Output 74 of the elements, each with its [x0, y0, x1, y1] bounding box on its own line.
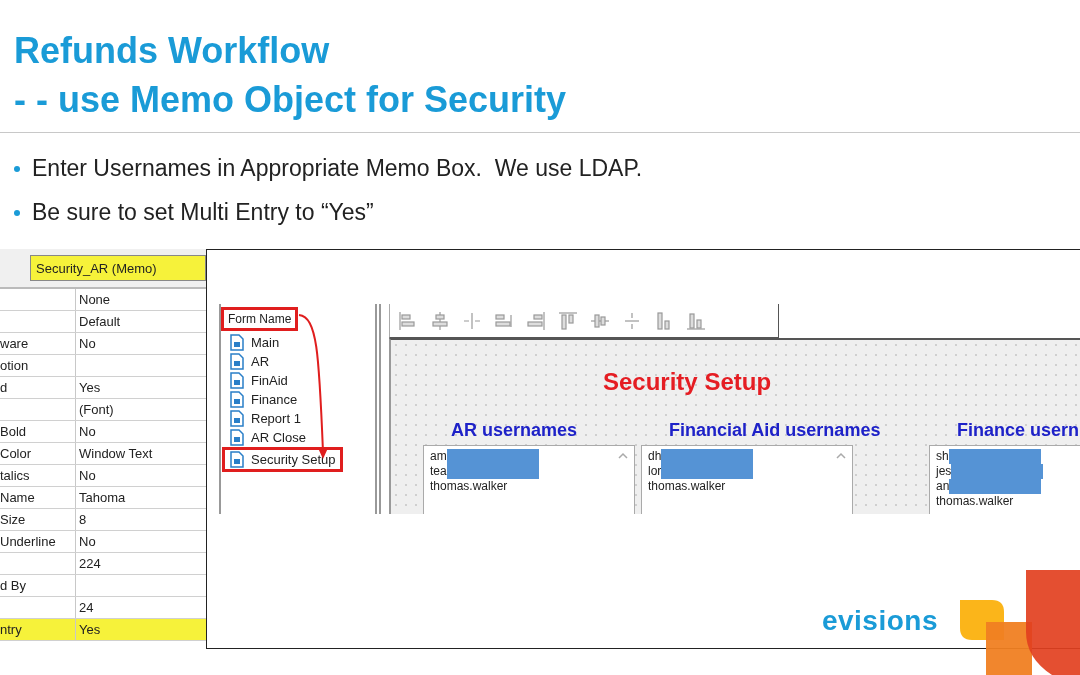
- username-text: thomas.walker: [936, 494, 1014, 509]
- tree-item[interactable]: AR Close: [225, 428, 310, 447]
- username-text: dh: [648, 449, 662, 464]
- username-text: lor: [648, 464, 662, 479]
- document-icon: [229, 391, 245, 408]
- document-icon: [229, 451, 245, 468]
- document-icon: [229, 429, 245, 446]
- property-name-text: Underline: [0, 534, 56, 549]
- property-name-text: Color: [0, 446, 32, 461]
- memo-heading: AR usernames: [451, 420, 579, 441]
- property-name-text: otion: [0, 358, 29, 373]
- form-title: Security Setup: [603, 368, 772, 396]
- property-value: No: [79, 468, 96, 483]
- document-icon: [229, 372, 245, 389]
- memo-box[interactable]: dh lor thomas.walker: [641, 445, 853, 514]
- property-name-text: Name: [0, 490, 35, 505]
- bullet-text: Enter Usernames in Appropriate Memo Box. We use LDAP.: [32, 155, 643, 182]
- username-text: thomas.walker: [430, 479, 508, 494]
- property-value: None: [79, 292, 111, 307]
- property-value: (Font): [79, 402, 114, 417]
- align-icon[interactable]: [526, 310, 546, 331]
- property-name-text: d By: [0, 578, 26, 593]
- property-value: Tahoma: [79, 490, 126, 505]
- align-icon[interactable]: [686, 310, 706, 331]
- document-icon: [229, 334, 245, 351]
- slide-title: Refunds Workflow: [14, 29, 331, 73]
- property-name-text: Bold: [0, 424, 27, 439]
- slide-title: - - use Memo Object for Security: [14, 78, 568, 122]
- document-icon: [229, 410, 245, 427]
- property-name-text: ntry: [0, 622, 22, 637]
- align-icon[interactable]: [622, 310, 642, 331]
- logo-text: evisions: [821, 605, 938, 637]
- property-value: No: [79, 534, 96, 549]
- property-value: Window Text: [79, 446, 153, 461]
- tree-item[interactable]: Finance: [225, 390, 302, 409]
- username-text: thomas.walker: [648, 479, 726, 494]
- property-name-text: ware: [0, 336, 29, 351]
- object-selector[interactable]: Security_AR (Memo): [30, 255, 206, 281]
- property-value: Yes: [79, 622, 101, 637]
- property-value: 8: [79, 512, 87, 527]
- tree-header: Form Name: [221, 307, 299, 331]
- username-text: an: [936, 479, 950, 494]
- memo-box[interactable]: sh jes an thomas.walker: [929, 445, 1080, 514]
- memo-box[interactable]: am tea thomas.walker: [423, 445, 635, 514]
- property-name-text: d: [0, 380, 8, 395]
- username-text: am: [430, 449, 447, 464]
- property-name-text: talics: [0, 468, 30, 483]
- property-value: No: [79, 424, 96, 439]
- scroll-up-icon[interactable]: [618, 452, 628, 459]
- property-value: No: [79, 336, 96, 351]
- scroll-up-icon[interactable]: [836, 452, 846, 459]
- memo-heading: Financial Aid usernames: [669, 420, 881, 441]
- property-value: 224: [79, 556, 101, 571]
- property-value: Default: [79, 314, 121, 329]
- bullet-dot: [14, 209, 20, 216]
- tree-item[interactable]: Security Setup: [222, 447, 343, 472]
- align-icon[interactable]: [558, 310, 578, 331]
- align-icon[interactable]: [462, 310, 482, 331]
- tree-item[interactable]: FinAid: [225, 371, 292, 390]
- property-name-text: Size: [0, 512, 26, 527]
- username-text: sh: [936, 449, 949, 464]
- property-value: Yes: [79, 380, 101, 395]
- username-text: jes: [936, 464, 952, 479]
- bullet-dot: [14, 165, 20, 172]
- tree-item[interactable]: AR: [225, 352, 274, 371]
- username-text: tea: [430, 464, 447, 479]
- align-icon[interactable]: [430, 310, 450, 331]
- memo-heading: Finance usern: [957, 420, 1080, 441]
- property-value: 24: [79, 600, 94, 615]
- tree-item[interactable]: Report 1: [225, 409, 305, 428]
- document-icon: [229, 353, 245, 370]
- align-icon[interactable]: [398, 310, 418, 331]
- bullet-text: Be sure to set Multi Entry to “Yes”: [32, 199, 374, 226]
- tree-item[interactable]: Main: [225, 333, 284, 352]
